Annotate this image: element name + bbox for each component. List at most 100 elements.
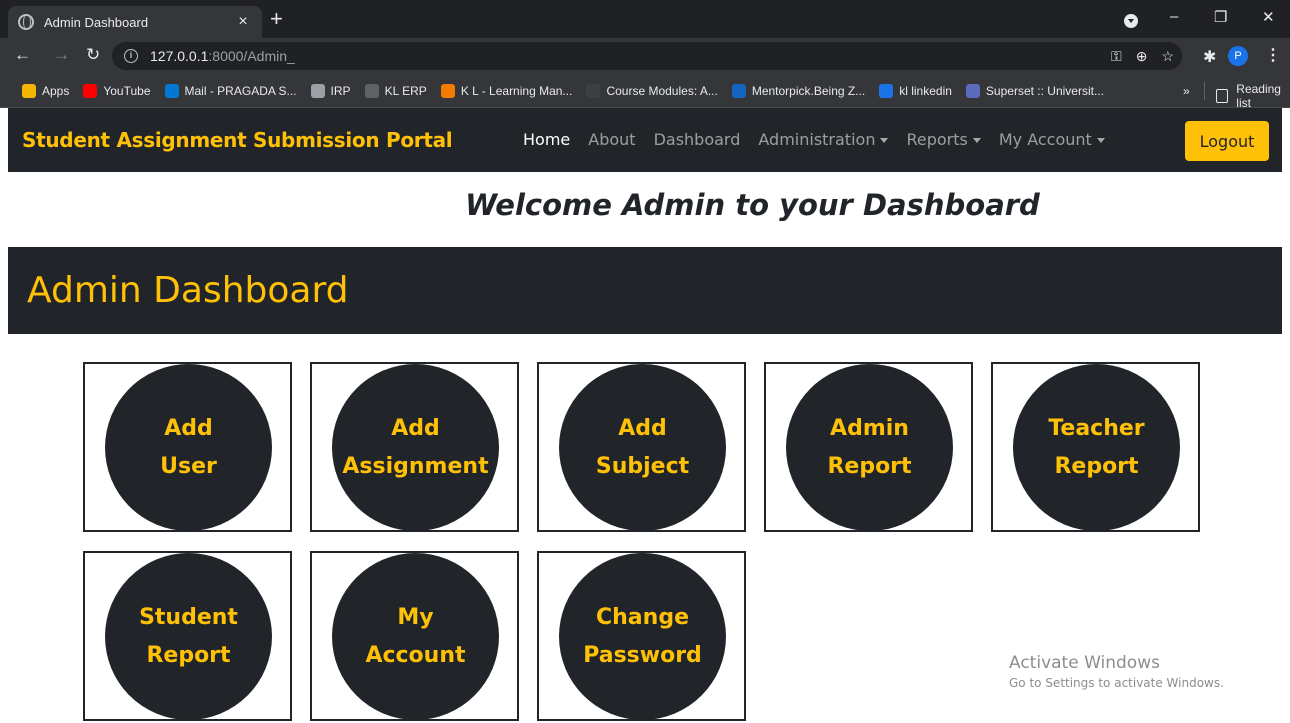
tile-circle[interactable]: Change Password: [559, 553, 726, 720]
bookmark-favicon-icon: [310, 83, 325, 98]
minimize-button[interactable]: –: [1170, 8, 1178, 25]
bookmark-label: Mail - PRAGADA S...: [184, 83, 297, 98]
menu-kebab-icon[interactable]: ⋮: [1265, 45, 1281, 65]
forward-arrow-icon[interactable]: →: [53, 46, 70, 64]
welcome-heading: Welcome Admin to your Dashboard: [465, 188, 1040, 222]
bookmark-item[interactable]: Superset :: Universit...: [965, 83, 1104, 98]
reading-list-label: Reading list: [1236, 82, 1281, 110]
bookmarks-bar: Apps YouTube Mail - PRAGADA S... IRP KL ERP K…: [0, 74, 1290, 108]
tile-circle[interactable]: Add Assignment: [332, 364, 499, 531]
tile-circle[interactable]: Add User: [105, 364, 272, 531]
browser-tab-bar: Admin Dashboard × + – ❐ ✕: [0, 0, 1290, 38]
bookmark-label: K L - Learning Man...: [460, 83, 573, 98]
zoom-icon[interactable]: ⊕: [1136, 48, 1148, 65]
bookmark-label: YouTube: [103, 83, 151, 98]
bookmark-label: Apps: [42, 83, 70, 98]
tile-label-line1: Teacher: [1048, 415, 1145, 441]
bookmark-favicon-icon: [586, 83, 601, 98]
tile-circle[interactable]: Teacher Report: [1013, 364, 1180, 531]
tile-label-line2: Assignment: [342, 453, 489, 479]
profile-avatar[interactable]: P: [1228, 46, 1248, 66]
bookmark-favicon-icon: [364, 83, 379, 98]
nav-reports-dropdown[interactable]: Reports: [906, 130, 981, 149]
bookmark-item[interactable]: K L - Learning Man...: [440, 83, 573, 98]
tile-my-account[interactable]: My Account: [310, 551, 519, 721]
star-icon[interactable]: ☆: [1161, 48, 1174, 65]
nav-my-account-label: My Account: [998, 130, 1092, 149]
bookmark-favicon-icon: [83, 83, 98, 98]
tile-add-assignment[interactable]: Add Assignment: [310, 362, 519, 532]
bookmark-item[interactable]: KL ERP: [364, 83, 427, 98]
dashboard-title: Admin Dashboard: [27, 270, 349, 311]
url-host: 127.0.0.1: [150, 48, 209, 64]
dashboard-banner: Admin Dashboard: [8, 247, 1282, 334]
tile-label-line2: Report: [1054, 453, 1139, 479]
reading-list-icon: [1216, 89, 1229, 103]
bookmark-item[interactable]: YouTube: [83, 83, 151, 98]
globe-icon: [18, 14, 34, 30]
tile-circle[interactable]: Add Subject: [559, 364, 726, 531]
nav-my-account-dropdown[interactable]: My Account: [999, 130, 1105, 149]
bookmark-item[interactable]: Course Modules: A...: [586, 83, 718, 98]
bookmark-item[interactable]: Mail - PRAGADA S...: [164, 83, 297, 98]
bookmark-favicon-icon: [440, 83, 455, 98]
tile-label-line1: Add: [618, 415, 667, 441]
bookmarks-divider: [1204, 82, 1205, 100]
tile-label-line1: Change: [596, 604, 689, 630]
tile-student-report[interactable]: Student Report: [83, 551, 292, 721]
activate-windows-watermark: Activate Windows Go to Settings to activ…: [1009, 653, 1224, 690]
watermark-line2: Go to Settings to activate Windows.: [1009, 676, 1224, 690]
bookmark-item[interactable]: Apps: [22, 83, 70, 98]
brand-link[interactable]: Student Assignment Submission Portal: [22, 128, 453, 152]
bookmarks-more-button[interactable]: »: [1183, 84, 1190, 98]
caret-down-icon: [880, 138, 889, 143]
media-control-icon[interactable]: [1124, 14, 1138, 28]
tile-label-line1: Admin: [830, 415, 909, 441]
tile-label-line2: Subject: [595, 453, 690, 479]
key-icon[interactable]: ⚿: [1111, 48, 1122, 65]
browser-tab[interactable]: Admin Dashboard ×: [8, 6, 262, 38]
nav-dashboard[interactable]: Dashboard: [654, 130, 741, 149]
tab-close-icon[interactable]: ×: [234, 13, 252, 31]
bookmark-item[interactable]: Mentorpick.Being Z...: [731, 83, 866, 98]
bookmark-item[interactable]: IRP: [310, 83, 351, 98]
tile-add-subject[interactable]: Add Subject: [537, 362, 746, 532]
tile-teacher-report[interactable]: Teacher Report: [991, 362, 1200, 532]
site-info-icon[interactable]: i: [124, 49, 138, 63]
tile-label-line1: My: [397, 604, 434, 630]
extensions-icon[interactable]: ✱: [1203, 47, 1216, 67]
bookmark-favicon-icon: [164, 83, 179, 98]
window-close-button[interactable]: ✕: [1262, 8, 1275, 26]
tile-circle[interactable]: Admin Report: [786, 364, 953, 531]
bookmark-item[interactable]: kl linkedin: [879, 83, 952, 98]
tile-circle[interactable]: My Account: [332, 553, 499, 720]
new-tab-button[interactable]: +: [270, 8, 283, 30]
site-navbar: Student Assignment Submission Portal Hom…: [8, 108, 1282, 172]
reading-list-button[interactable]: Reading list: [1216, 82, 1290, 110]
logout-button[interactable]: Logout: [1185, 121, 1269, 161]
bookmark-favicon-icon: [965, 83, 980, 98]
tile-circle[interactable]: Student Report: [105, 553, 272, 720]
tile-label-line2: Account: [365, 642, 466, 668]
nav-administration-label: Administration: [758, 130, 876, 149]
caret-down-icon: [1096, 138, 1105, 143]
url-bar[interactable]: i 127.0.0.1:8000/Admin_ ⚿ ⊕ ☆: [112, 42, 1182, 70]
tile-label-line2: Report: [146, 642, 231, 668]
tile-admin-report[interactable]: Admin Report: [764, 362, 973, 532]
bookmark-label: kl linkedin: [899, 83, 952, 98]
bookmark-label: Superset :: Universit...: [985, 83, 1104, 98]
back-arrow-icon[interactable]: ←: [14, 46, 31, 64]
caret-down-icon: [972, 138, 981, 143]
nav-about[interactable]: About: [588, 130, 635, 149]
bookmark-favicon-icon: [879, 83, 894, 98]
address-toolbar: ← → ↻ i 127.0.0.1:8000/Admin_ ⚿ ⊕ ☆: [0, 38, 1290, 74]
nav-home[interactable]: Home: [523, 130, 570, 149]
url-path: :8000/Admin_: [208, 48, 295, 64]
tile-change-password[interactable]: Change Password: [537, 551, 746, 721]
reload-icon[interactable]: ↻: [86, 46, 100, 64]
bookmark-favicon-icon: [22, 83, 36, 98]
tile-add-user[interactable]: Add User: [83, 362, 292, 532]
restore-button[interactable]: ❐: [1214, 8, 1227, 26]
bookmark-label: Mentorpick.Being Z...: [751, 83, 866, 98]
nav-administration-dropdown[interactable]: Administration: [758, 130, 889, 149]
